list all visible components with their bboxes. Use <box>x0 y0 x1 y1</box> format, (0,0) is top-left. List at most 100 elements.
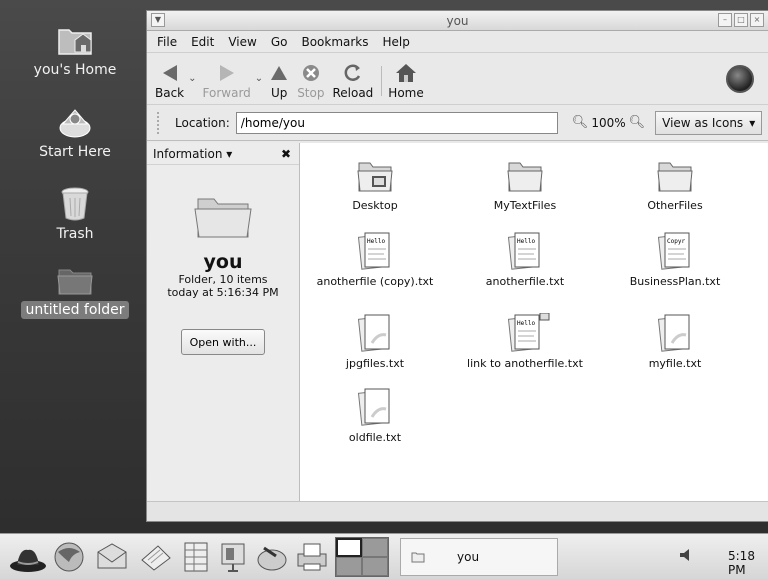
location-input[interactable] <box>235 111 558 134</box>
main-menu-hat-icon[interactable] <box>8 542 48 574</box>
zoom-in-icon[interactable]: 🔍︎ <box>629 115 646 130</box>
file-item-mytextfiles[interactable]: MyTextFiles <box>450 157 600 212</box>
workspace-3[interactable] <box>336 557 362 576</box>
text-file-icon <box>658 314 690 352</box>
taskbar-window-title: you <box>457 550 480 564</box>
folder-icon <box>411 552 425 563</box>
desktop-icon-trash[interactable]: Trash <box>20 186 130 243</box>
maximize-button[interactable]: □ <box>734 13 748 27</box>
file-item-link-to-anotherfile[interactable]: Hello link to anotherfile.txt <box>450 313 600 370</box>
menu-view[interactable]: View <box>228 35 256 49</box>
home-label: Home <box>388 86 424 100</box>
back-button[interactable]: Back <box>155 60 184 100</box>
clock[interactable]: 5:18 PM <box>728 549 768 577</box>
file-name: oldfile.txt <box>348 431 402 444</box>
chevron-down-icon: ▾ <box>749 115 756 130</box>
icon-view[interactable]: Desktop MyTextFiles OtherFiles Hello ano… <box>300 143 768 503</box>
web-browser-icon[interactable] <box>52 540 86 574</box>
drawing-icon[interactable] <box>254 540 290 574</box>
file-preview-text: Hello <box>367 238 385 245</box>
workspace-4[interactable] <box>362 557 388 576</box>
text-file-icon <box>358 388 390 426</box>
reload-icon <box>342 60 364 86</box>
stop-icon <box>301 60 321 86</box>
text-file-icon: Copyr <box>658 232 690 270</box>
file-manager-window: ▼ you – □ × File Edit View Go Bookmarks … <box>146 10 768 522</box>
printer-icon[interactable] <box>294 540 330 574</box>
zoom-level[interactable]: 100% <box>591 116 625 130</box>
presentation-icon[interactable] <box>218 540 252 574</box>
side-pane-selector[interactable]: Information ▾ <box>153 147 232 161</box>
file-name: link to anotherfile.txt <box>467 357 583 370</box>
file-item-desktop[interactable]: Desktop <box>300 157 450 212</box>
forward-label: Forward <box>202 86 251 100</box>
menu-file[interactable]: File <box>157 35 177 49</box>
file-item-businessplan[interactable]: Copyr BusinessPlan.txt <box>600 231 750 288</box>
side-pane-title: Information <box>153 146 223 161</box>
trash-icon <box>61 187 89 221</box>
zoom-out-icon[interactable]: 🔍︎ <box>572 115 589 130</box>
back-history-chevron-icon[interactable]: ⌄ <box>188 73 196 84</box>
workspace-1[interactable] <box>336 538 362 557</box>
stop-button[interactable]: Stop <box>297 60 324 100</box>
folder-icon <box>57 269 93 295</box>
writer-document-icon[interactable] <box>138 540 174 574</box>
reload-button[interactable]: Reload <box>332 60 373 100</box>
menu-go[interactable]: Go <box>271 35 288 49</box>
menu-bookmarks[interactable]: Bookmarks <box>301 35 368 49</box>
reload-label: Reload <box>332 86 374 100</box>
home-button[interactable]: Home <box>388 60 424 100</box>
file-name: Desktop <box>352 199 398 212</box>
desktop-icon-home[interactable]: you's Home <box>20 22 130 79</box>
menu-help[interactable]: Help <box>383 35 410 49</box>
back-arrow-icon <box>159 60 181 86</box>
toolbar-grip-handle[interactable] <box>157 111 163 134</box>
file-item-oldfile[interactable]: oldfile.txt <box>300 387 450 444</box>
email-icon[interactable] <box>94 540 130 574</box>
volume-icon[interactable] <box>678 547 694 563</box>
home-folder-icon <box>58 29 92 55</box>
chevron-down-icon: ▾ <box>226 146 233 161</box>
file-item-otherfiles[interactable]: OtherFiles <box>600 157 750 212</box>
workspace-switcher[interactable] <box>335 537 389 577</box>
folder-item-count: Folder, 10 items <box>178 273 268 286</box>
menu-bar: File Edit View Go Bookmarks Help <box>147 31 768 53</box>
activity-throbber-icon <box>726 65 754 93</box>
window-title: you <box>446 14 469 28</box>
spreadsheet-icon[interactable] <box>180 540 212 574</box>
file-item-jpgfiles[interactable]: jpgfiles.txt <box>300 313 450 370</box>
folder-icon <box>194 198 252 238</box>
status-bar <box>147 501 768 521</box>
desktop-icon-start-here[interactable]: Start Here <box>20 106 130 161</box>
desktop-icon-label: you's Home <box>33 62 117 78</box>
file-name: myfile.txt <box>648 357 702 370</box>
taskbar-window-button[interactable]: you <box>400 538 558 576</box>
folder-icon <box>507 162 543 192</box>
title-bar[interactable]: ▼ you – □ × <box>147 11 768 31</box>
desktop-icon-untitled-folder[interactable]: untitled folder <box>20 264 130 319</box>
up-arrow-icon <box>269 60 289 86</box>
forward-history-chevron-icon[interactable]: ⌄ <box>255 73 263 84</box>
file-item-anotherfile[interactable]: Hello anotherfile.txt <box>450 231 600 288</box>
open-with-button[interactable]: Open with... <box>180 329 266 355</box>
close-icon[interactable]: ✖ <box>281 147 291 161</box>
file-preview-text: Hello <box>517 320 535 327</box>
file-name: anotherfile.txt <box>485 275 565 288</box>
minimize-button[interactable]: – <box>718 13 732 27</box>
file-name: OtherFiles <box>647 199 703 212</box>
menu-edit[interactable]: Edit <box>191 35 214 49</box>
forward-button[interactable]: Forward <box>203 60 251 100</box>
file-item-myfile[interactable]: myfile.txt <box>600 313 750 370</box>
view-as-value: View as Icons <box>662 115 744 130</box>
folder-icon <box>657 162 693 192</box>
close-button[interactable]: × <box>750 13 764 27</box>
back-label: Back <box>155 86 185 100</box>
location-bar: Location: 🔍︎ 100% 🔍︎ View as Icons ▾ <box>147 105 768 141</box>
file-item-anotherfile-copy[interactable]: Hello anotherfile (copy).txt <box>300 231 450 288</box>
view-as-select[interactable]: View as Icons ▾ <box>655 110 763 135</box>
desktop-icon-label: Trash <box>56 226 94 242</box>
side-pane: Information ▾ ✖ you Folder, 10 items tod… <box>147 143 300 503</box>
workspace-2[interactable] <box>362 538 388 557</box>
up-button[interactable]: Up <box>269 60 289 100</box>
toolbar-separator <box>381 66 383 96</box>
